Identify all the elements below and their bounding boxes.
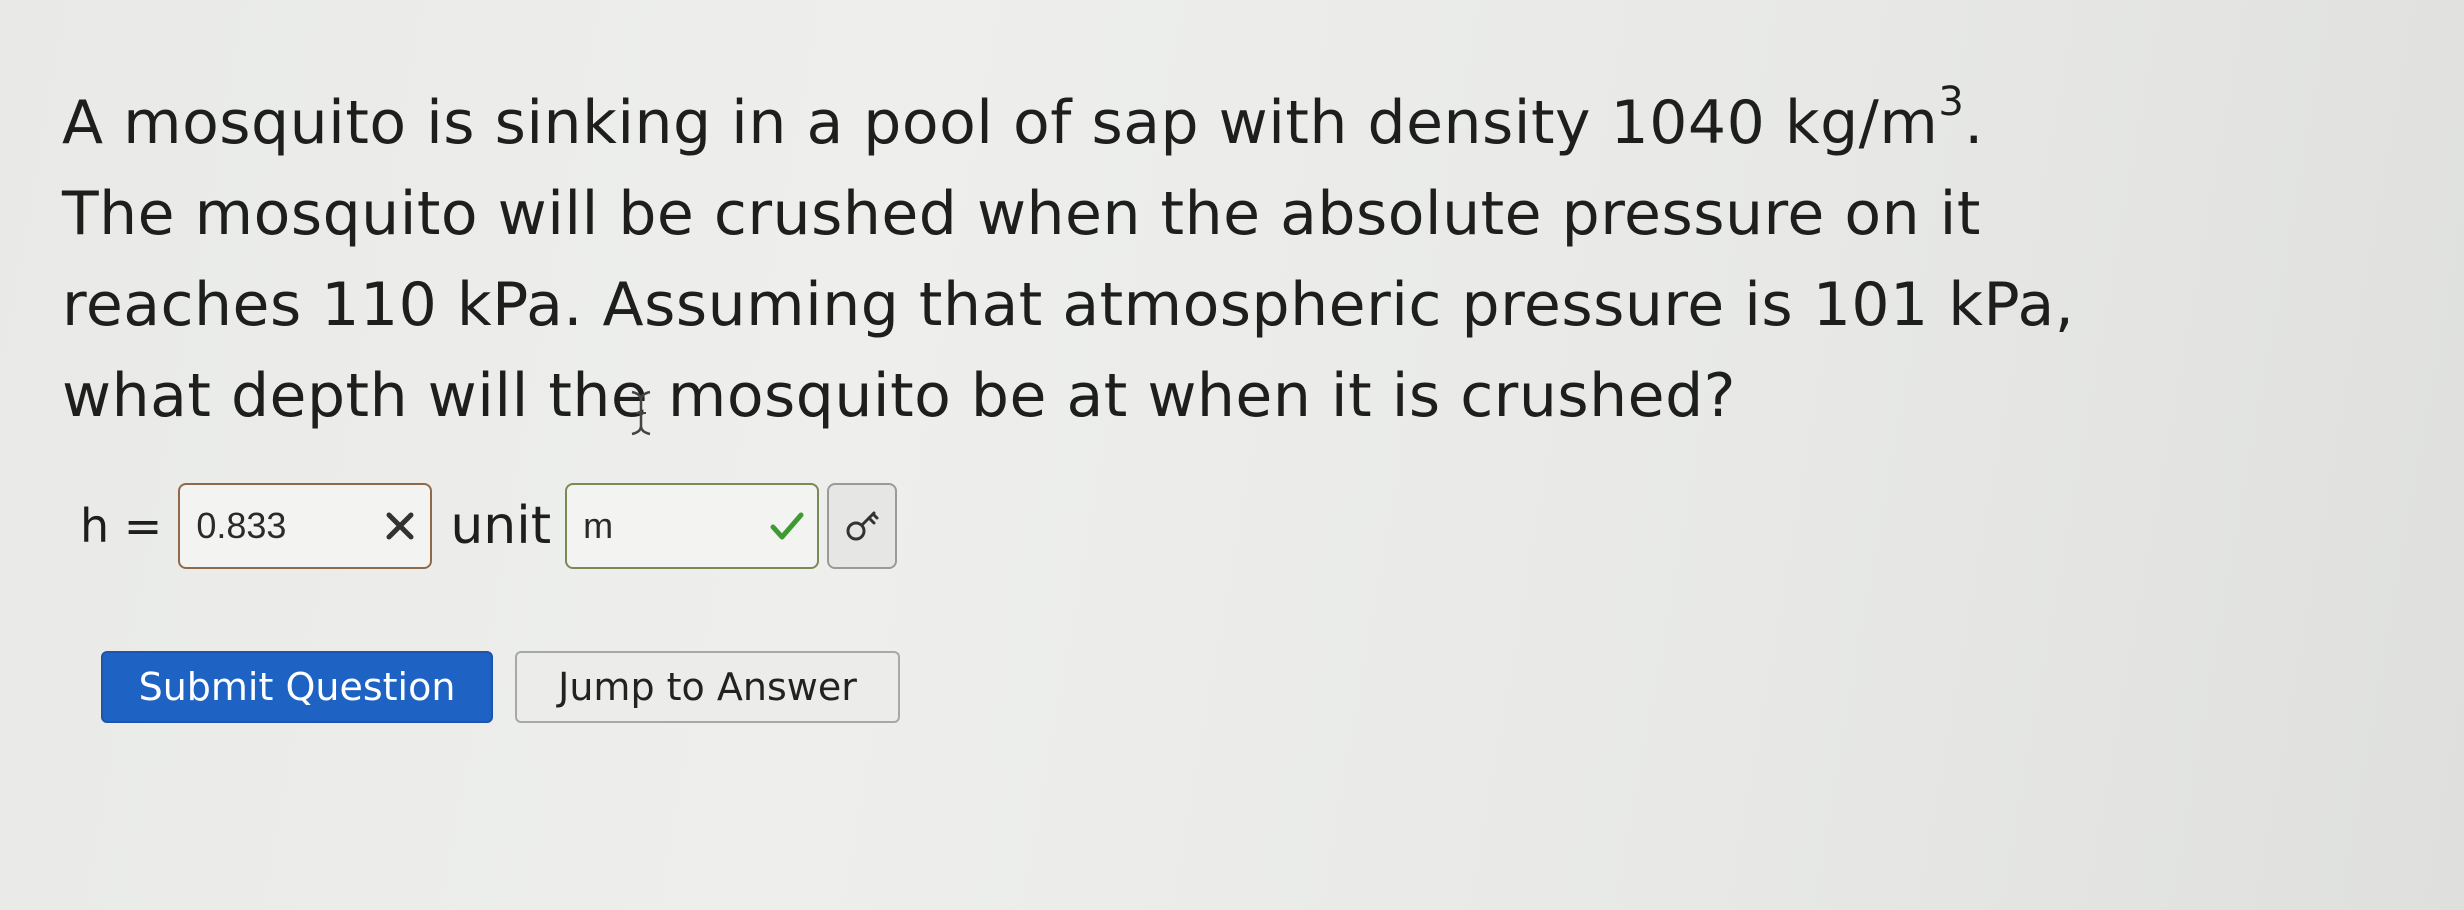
action-buttons: Submit Question Jump to Answer <box>101 651 900 723</box>
variable-label: h = <box>80 499 163 553</box>
question-text: A mosquito is sinking in a pool of sap w… <box>62 78 2212 442</box>
unit-value-text: m <box>583 505 614 546</box>
answer-row: h = 0.833 unit m <box>80 478 898 574</box>
unit-input[interactable]: m <box>565 483 820 569</box>
answer-value-input[interactable]: 0.833 <box>178 483 433 569</box>
question-line-4: what depth will the mosquito be at when … <box>62 361 1737 431</box>
superscript-exponent: 3 <box>1938 79 1965 125</box>
text-cursor-icon <box>631 390 651 436</box>
unit-label: unit <box>450 496 552 556</box>
key-button[interactable] <box>827 483 898 569</box>
question-line-3: reaches 110 kPa. Assuming that atmospher… <box>62 270 2075 340</box>
submit-question-button[interactable]: Submit Question <box>101 651 493 723</box>
checkmark-icon <box>770 512 804 540</box>
jump-to-answer-button[interactable]: Jump to Answer <box>515 651 900 723</box>
key-icon <box>846 511 879 541</box>
homework-question-page: A mosquito is sinking in a pool of sap w… <box>0 0 2464 910</box>
question-line-2: The mosquito will be crushed when the ab… <box>62 179 1981 249</box>
x-mark-icon <box>386 512 414 540</box>
question-line-1: A mosquito is sinking in a pool of sap w… <box>62 79 1984 158</box>
answer-value-text: 0.833 <box>196 505 287 546</box>
